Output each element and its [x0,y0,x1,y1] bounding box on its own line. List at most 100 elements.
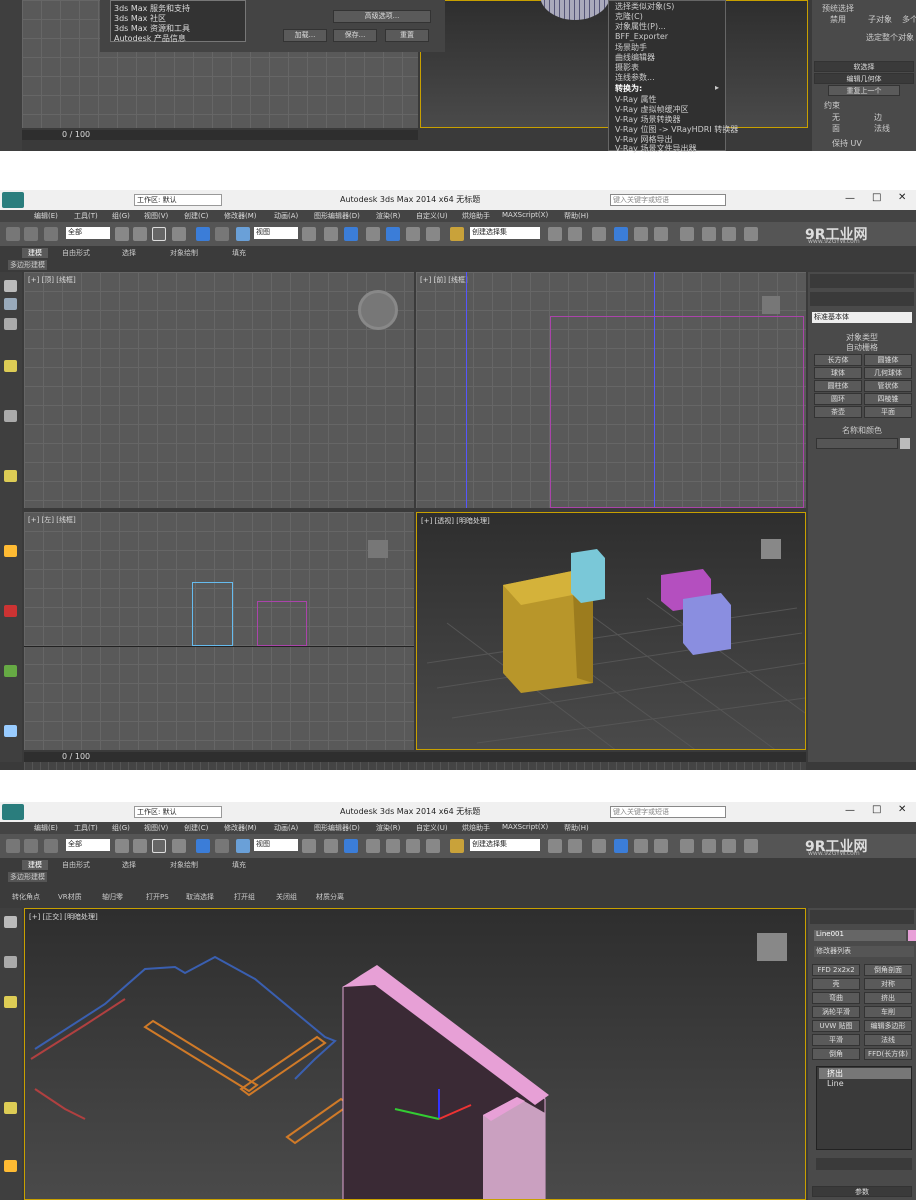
ctx-item[interactable]: 连线参数... [615,72,655,83]
menu-customize[interactable]: 自定义(U) [416,211,448,221]
params-rollout[interactable]: 参数 [812,1186,912,1197]
menu-animation[interactable]: 动画(A) [274,823,298,833]
tool-close-group[interactable]: 关闭组 [276,892,297,902]
menu-modifiers[interactable]: 修改器(M) [224,823,257,833]
stack-item-extrude[interactable]: 挤出 [819,1068,911,1079]
s1-reset-button[interactable]: 重置 [385,29,429,42]
scale-icon[interactable] [236,839,250,853]
teapot-icon[interactable] [4,280,17,292]
select-icon[interactable] [115,839,129,853]
align-icon[interactable] [568,227,582,241]
s2-trackbar[interactable] [24,762,806,770]
ribbon-sub-polymodel[interactable]: 多边形建模 [8,260,47,270]
constraint-face[interactable]: 面 [832,123,840,134]
repeat-last-button[interactable]: 重复上一个 [828,85,900,96]
s2-viewport-top[interactable]: [+] [顶] [线框] [24,272,414,508]
snap-icon[interactable] [366,227,380,241]
mirror-icon[interactable] [548,839,562,853]
menu-group[interactable]: 组(G) [112,211,130,221]
s2-filter-dropdown[interactable]: 全部 [66,227,110,239]
tool-open-group[interactable]: 打开组 [234,892,255,902]
ribbon-tab-modeling[interactable]: 建模 [22,248,48,258]
menu-graph[interactable]: 图形编辑器(D) [314,823,360,833]
mod-lathe[interactable]: 车削 [864,1006,912,1018]
s2-view-dropdown[interactable]: 视图 [254,227,298,239]
mod-bevel-profile[interactable]: 倒角剖面 [864,964,912,976]
menu-maxscript[interactable]: MAXScript(X) [502,823,548,831]
mod-extrude[interactable]: 挤出 [864,992,912,1004]
bind-icon[interactable] [44,227,58,241]
move-icon[interactable] [196,227,210,241]
s2-search-input[interactable]: 键入关键字或短语 [610,194,726,206]
spinner-snap-icon[interactable] [426,227,440,241]
s1-advanced-option-button[interactable]: 高级选项... [333,10,431,23]
rect-select-icon[interactable] [152,227,166,241]
graphite-icon[interactable] [614,227,628,241]
mod-smooth[interactable]: 平滑 [812,1034,860,1046]
menu-render[interactable]: 渲染(R) [376,823,400,833]
mirror-icon[interactable] [548,227,562,241]
viewcube-icon[interactable] [368,540,388,558]
render-icon[interactable] [744,839,758,853]
percent-snap-icon[interactable] [406,227,420,241]
close-icon[interactable]: ✕ [898,192,906,203]
teapot-button[interactable]: 茶壶 [814,406,862,418]
percent-snap-icon[interactable] [406,839,420,853]
schematic-icon[interactable] [654,839,668,853]
primitive-type-dropdown[interactable]: 标准基本体 [812,312,912,323]
menu-view[interactable]: 视图(V) [144,211,168,221]
s2-selection-set-dropdown[interactable]: 创建选择集 [470,227,540,239]
ribbon-tab-freeform[interactable]: 自由形式 [62,248,90,258]
menu-bake[interactable]: 烘焙助手 [462,823,490,833]
s1-dropdown-list[interactable]: 3ds Max 服务和支持 3ds Max 社区 3ds Max 资源和工具 A… [110,0,246,44]
stack-item-line[interactable]: Line [819,1079,844,1088]
schematic-icon[interactable] [654,227,668,241]
viewcube-icon[interactable] [762,296,780,314]
mod-shell[interactable]: 壳 [812,978,860,990]
s3-filter-dropdown[interactable]: 全部 [66,839,110,851]
material-editor-icon[interactable] [680,839,694,853]
radio-subobject[interactable]: 子对象 [868,14,892,25]
ctx-item[interactable]: V-Ray 场景文件导出器 [615,143,696,154]
render-setup-icon[interactable] [702,839,716,853]
render-frame-icon[interactable] [722,227,736,241]
menu-render[interactable]: 渲染(R) [376,211,400,221]
torus-button[interactable]: 圆环 [814,393,862,405]
object-name-input[interactable]: Line001 [814,930,906,941]
menu-edit[interactable]: 编辑(E) [34,211,58,221]
s1-dd-item[interactable]: Autodesk 产品信息 [114,33,186,44]
s3-workspace-dropdown[interactable]: 工作区: 默认 [134,806,222,818]
s2-viewport-front[interactable]: [+] [前] [线框] [416,272,806,508]
constraint-normal[interactable]: 法线 [874,123,890,134]
tool-vr-material[interactable]: VR材质 [58,892,82,902]
mod-edit-poly[interactable]: 编辑多边形 [864,1020,912,1032]
radio-disable[interactable]: 禁用 [830,14,846,25]
window-crossing-icon[interactable] [172,839,186,853]
modifier-stack[interactable]: 挤出 Line [816,1066,912,1150]
rotate-icon[interactable] [215,227,229,241]
s3-viewport-ortho[interactable]: [+] [正交] [明暗处理] [24,908,806,1200]
menu-help[interactable]: 帮助(H) [564,823,589,833]
camera-icon[interactable] [4,410,17,422]
material-editor-icon[interactable] [680,227,694,241]
ribbon-tab-selection[interactable]: 选择 [122,248,136,258]
ctx-item-convert[interactable]: 转换为: [615,83,642,94]
rotate-icon[interactable] [215,839,229,853]
sun-icon[interactable] [4,1160,17,1172]
minimize-icon[interactable]: — [845,805,855,816]
menu-group[interactable]: 组(G) [112,823,130,833]
s2-viewport-perspective[interactable]: [+] [透视] [明暗处理] [416,512,806,750]
render-frame-icon[interactable] [722,839,736,853]
cylinder-button[interactable]: 圆柱体 [814,380,862,392]
menu-help[interactable]: 帮助(H) [564,211,589,221]
pyramid-button[interactable]: 四棱锥 [864,393,912,405]
menu-bake[interactable]: 烘焙助手 [462,211,490,221]
viewport-label[interactable]: [+] [顶] [线框] [28,275,76,285]
menu-graph[interactable]: 图形编辑器(D) [314,211,360,221]
viewport-label[interactable]: [+] [左] [线框] [28,515,76,525]
scale-icon[interactable] [236,227,250,241]
ribbon-sub-polymodel[interactable]: 多边形建模 [8,872,47,882]
rect-select-icon[interactable] [152,839,166,853]
ctx-item[interactable]: 对象属性(P)... [615,21,666,32]
select-icon[interactable] [115,227,129,241]
